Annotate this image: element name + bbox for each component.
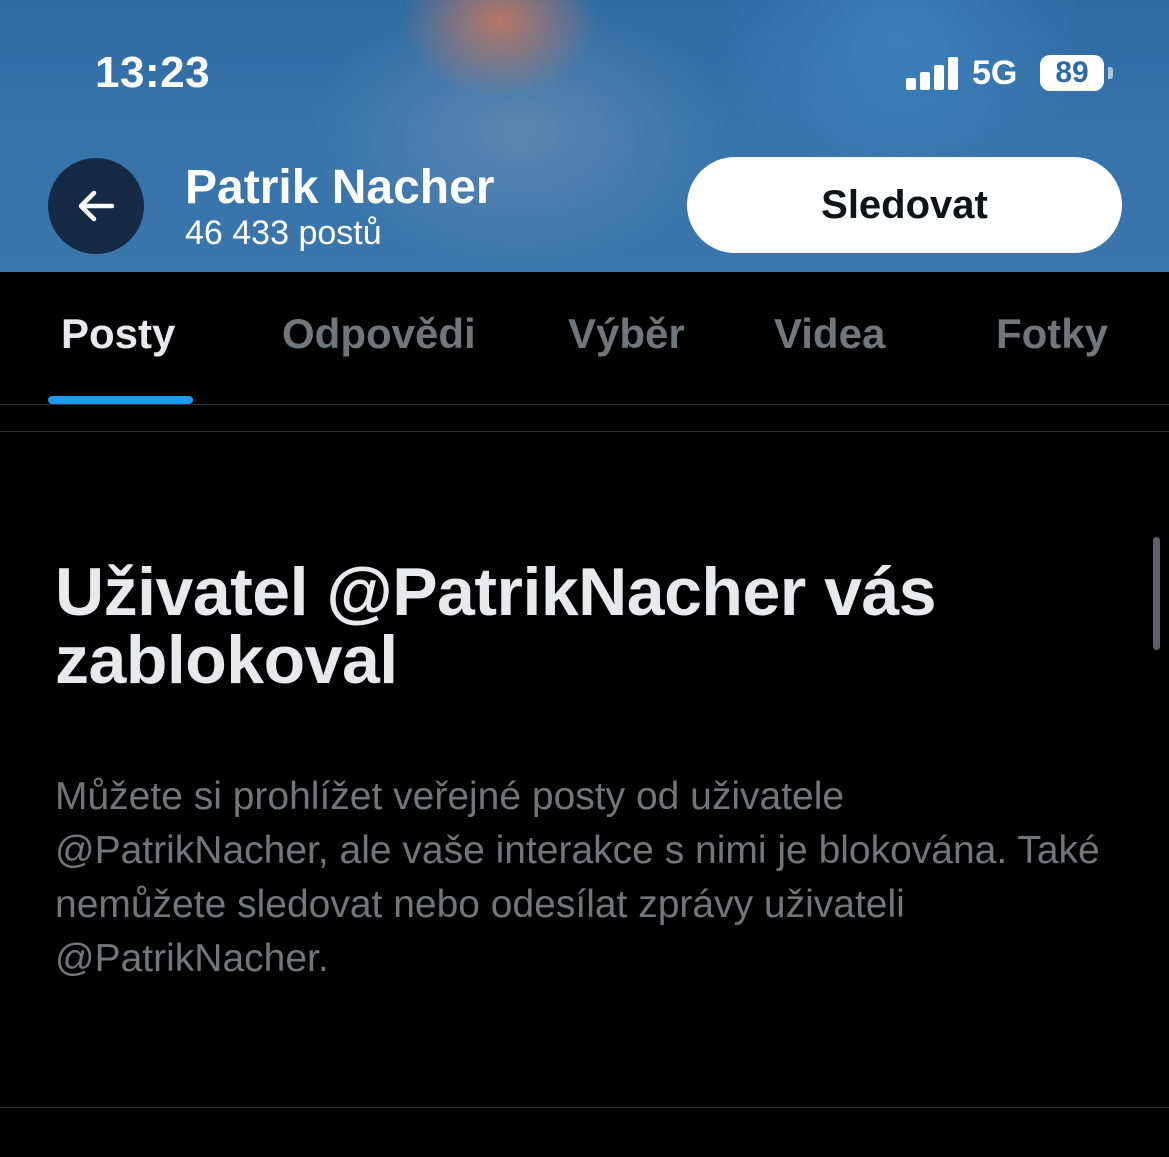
profile-banner: 13:23 5G 89 Patrik Nacher 46 433 postů S…: [0, 0, 1169, 272]
tab-videos[interactable]: Videa: [774, 310, 885, 358]
tab-posts[interactable]: Posty: [61, 310, 175, 358]
status-bar: 13:23 5G 89: [0, 0, 1169, 140]
signal-icon: [906, 56, 960, 90]
follow-button[interactable]: Sledovat: [687, 157, 1122, 253]
blocked-title: Uživatel @PatrikNacher vás zablokoval: [55, 554, 937, 698]
back-button[interactable]: [48, 158, 144, 254]
section-divider: [0, 431, 1169, 432]
tab-replies[interactable]: Odpovědi: [282, 310, 476, 358]
post-count: 46 433 postů: [185, 214, 382, 252]
tab-highlights[interactable]: Výběr: [568, 310, 685, 358]
active-tab-indicator: [48, 396, 193, 404]
scrollbar[interactable]: [1153, 537, 1160, 650]
network-label: 5G: [972, 54, 1018, 92]
profile-tabs: Posty Odpovědi Výběr Videa Fotky: [0, 272, 1169, 405]
profile-screen: 13:23 5G 89 Patrik Nacher 46 433 postů S…: [0, 0, 1169, 1157]
blocked-description: Můžete si prohlížet veřejné posty od uži…: [55, 775, 1100, 980]
battery-icon: 89: [1040, 55, 1104, 91]
status-time: 13:23: [95, 48, 211, 97]
profile-name: Patrik Nacher: [185, 161, 495, 214]
battery-level: 89: [1055, 56, 1089, 89]
battery-cap: [1108, 67, 1113, 79]
arrow-left-icon: [78, 190, 115, 222]
bottom-divider: [0, 1107, 1169, 1108]
tab-photos[interactable]: Fotky: [996, 310, 1108, 358]
